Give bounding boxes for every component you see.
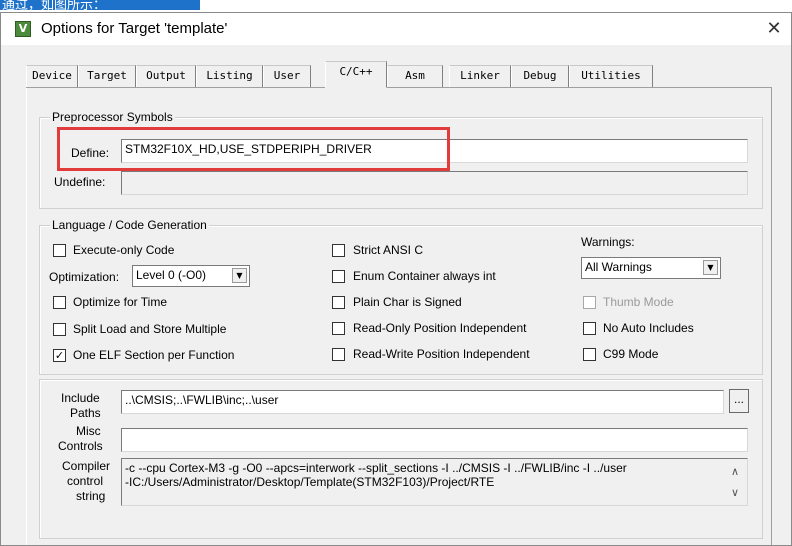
keil-uv-icon: V: [15, 21, 31, 37]
close-button[interactable]: ✕: [761, 17, 787, 41]
misc-controls-input[interactable]: [121, 428, 748, 452]
rw-position-checkbox[interactable]: [332, 348, 345, 361]
preprocessor-group-title: Preprocessor Symbols: [50, 110, 175, 124]
tab-output[interactable]: Output: [136, 65, 196, 87]
compiler-label-line-2: control: [67, 474, 104, 488]
strict-ansi-label: Strict ANSI C: [353, 243, 424, 257]
scroll-down-icon[interactable]: ∨: [731, 486, 739, 499]
optimize-time-checkbox[interactable]: [53, 296, 66, 309]
optimization-label: Optimization:: [49, 270, 120, 284]
one-elf-label: One ELF Section per Function: [73, 348, 235, 362]
tab-linker[interactable]: Linker: [449, 65, 511, 87]
tab-listing[interactable]: Listing: [196, 65, 263, 87]
warnings-label: Warnings:: [581, 235, 635, 249]
scroll-up-icon[interactable]: ∧: [731, 465, 739, 478]
c99-mode-checkbox[interactable]: [583, 348, 596, 361]
chevron-down-icon: ▼: [703, 260, 718, 275]
plain-char-label: Plain Char is Signed: [353, 295, 462, 309]
tab-debug[interactable]: Debug: [511, 65, 569, 87]
execute-only-checkbox[interactable]: [53, 244, 66, 257]
selected-text-highlight: 通过，如图所示：: [0, 0, 200, 10]
one-elf-checkbox[interactable]: ✓: [53, 349, 66, 362]
compiler-line-2: -IC:/Users/Administrator/Desktop/Templat…: [125, 475, 495, 489]
compiler-control-string: -c --cpu Cortex-M3 -g -O0 --apcs=interwo…: [121, 458, 748, 506]
ro-position-checkbox[interactable]: [332, 322, 345, 335]
top-caption: 通过，如图所示：: [2, 0, 107, 10]
include-label-line-2: Paths: [70, 406, 101, 420]
ro-position-label: Read-Only Position Independent: [353, 321, 527, 335]
thumb-mode-checkbox[interactable]: [583, 296, 596, 309]
dialog-title: Options for Target 'template': [41, 20, 228, 37]
compiler-label-line-3: string: [76, 489, 106, 503]
options-dialog: V Options for Target 'template' ✕ Device…: [0, 12, 792, 546]
misc-label-line-2: Controls: [58, 439, 103, 453]
enum-container-checkbox[interactable]: [332, 270, 345, 283]
compiler-label-line-1: Compiler: [62, 459, 111, 473]
plain-char-checkbox[interactable]: [332, 296, 345, 309]
include-label-line-1: Include: [61, 391, 100, 405]
undefine-input[interactable]: [121, 171, 748, 195]
tab-device[interactable]: Device: [26, 65, 78, 87]
title-bar: V Options for Target 'template' ✕: [1, 13, 791, 45]
chevron-down-icon: ▼: [232, 268, 247, 283]
tab-target[interactable]: Target: [78, 65, 136, 87]
enum-container-label: Enum Container always int: [353, 269, 496, 283]
thumb-mode-label: Thumb Mode: [603, 295, 674, 309]
no-auto-includes-label: No Auto Includes: [603, 321, 694, 335]
include-paths-input[interactable]: ..\CMSIS;..\FWLIB\inc;..\user: [121, 390, 724, 414]
optimization-select[interactable]: Level 0 (-O0) ▼: [132, 265, 250, 287]
optimization-value: Level 0 (-O0): [136, 268, 207, 282]
optimize-time-label: Optimize for Time: [73, 295, 168, 309]
tab-c-cpp[interactable]: C/C++: [325, 61, 387, 88]
split-load-checkbox[interactable]: [53, 323, 66, 336]
strict-ansi-checkbox[interactable]: [332, 244, 345, 257]
compiler-line-1: -c --cpu Cortex-M3 -g -O0 --apcs=interwo…: [125, 461, 627, 475]
misc-label-line-1: Misc: [76, 424, 101, 438]
language-group-title: Language / Code Generation: [50, 218, 209, 232]
warnings-value: All Warnings: [585, 260, 652, 274]
split-load-label: Split Load and Store Multiple: [73, 322, 227, 336]
no-auto-includes-checkbox[interactable]: [583, 322, 596, 335]
rw-position-label: Read-Write Position Independent: [353, 347, 530, 361]
undefine-label: Undefine:: [54, 175, 106, 189]
warnings-select[interactable]: All Warnings ▼: [581, 257, 721, 279]
annotation-highlight-box: [57, 127, 450, 171]
tab-user[interactable]: User: [263, 65, 311, 87]
top-text-strip: 通过，如图所示：: [0, 0, 792, 12]
tab-utilities[interactable]: Utilities: [569, 65, 653, 87]
c99-mode-label: C99 Mode: [603, 347, 659, 361]
execute-only-label: Execute-only Code: [73, 243, 175, 257]
include-browse-button[interactable]: ...: [729, 389, 749, 413]
tab-asm[interactable]: Asm: [387, 65, 443, 87]
